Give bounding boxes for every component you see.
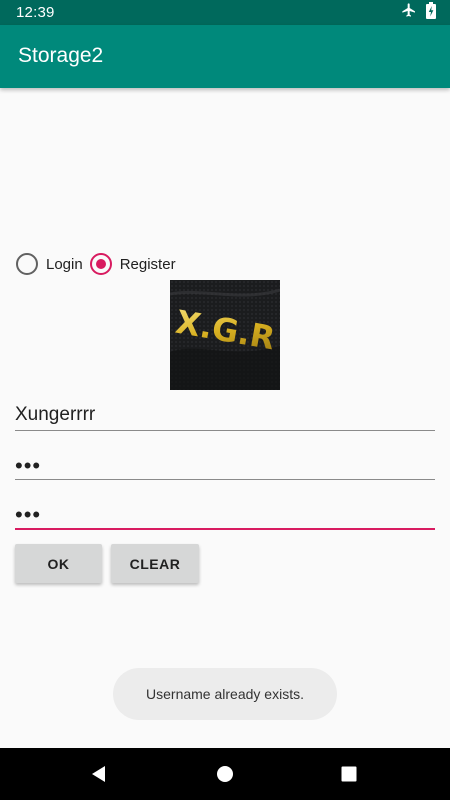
home-icon[interactable] (213, 762, 237, 786)
login-radio-label: Login (46, 255, 83, 273)
password-value: ••• (15, 453, 42, 478)
confirm-password-field[interactable]: ••• (15, 494, 435, 530)
battery-charging-icon (426, 1, 436, 24)
back-icon[interactable] (87, 762, 111, 786)
toast-message: Username already exists. (113, 668, 337, 720)
username-field[interactable]: Xungerrrr (15, 396, 435, 431)
navigation-bar (0, 748, 450, 800)
airplane-mode-icon (401, 2, 417, 23)
password-field[interactable]: ••• (15, 445, 435, 480)
app-bar: Storage2 (0, 25, 450, 88)
username-value: Xungerrrr (15, 404, 96, 425)
register-radio[interactable]: Register (89, 253, 176, 275)
confirm-password-value: ••• (15, 502, 42, 527)
app-screen: 12:39 Storage2 Login Register X.G.R Xung… (0, 0, 450, 800)
radio-unchecked-icon (16, 253, 38, 275)
status-icons (401, 1, 436, 24)
radio-dot (95, 259, 106, 269)
login-radio[interactable]: Login (16, 253, 83, 275)
status-bar: 12:39 (0, 0, 450, 25)
mode-radio-group: Login Register (16, 251, 183, 277)
clear-button[interactable]: CLEAR (111, 544, 199, 583)
app-title: Storage2 (18, 44, 104, 67)
profile-image[interactable]: X.G.R (170, 280, 280, 390)
recents-icon[interactable] (337, 762, 361, 786)
status-time: 12:39 (16, 4, 55, 21)
register-radio-label: Register (119, 255, 176, 273)
radio-checked-icon (89, 253, 112, 275)
ok-button[interactable]: OK (15, 544, 102, 583)
